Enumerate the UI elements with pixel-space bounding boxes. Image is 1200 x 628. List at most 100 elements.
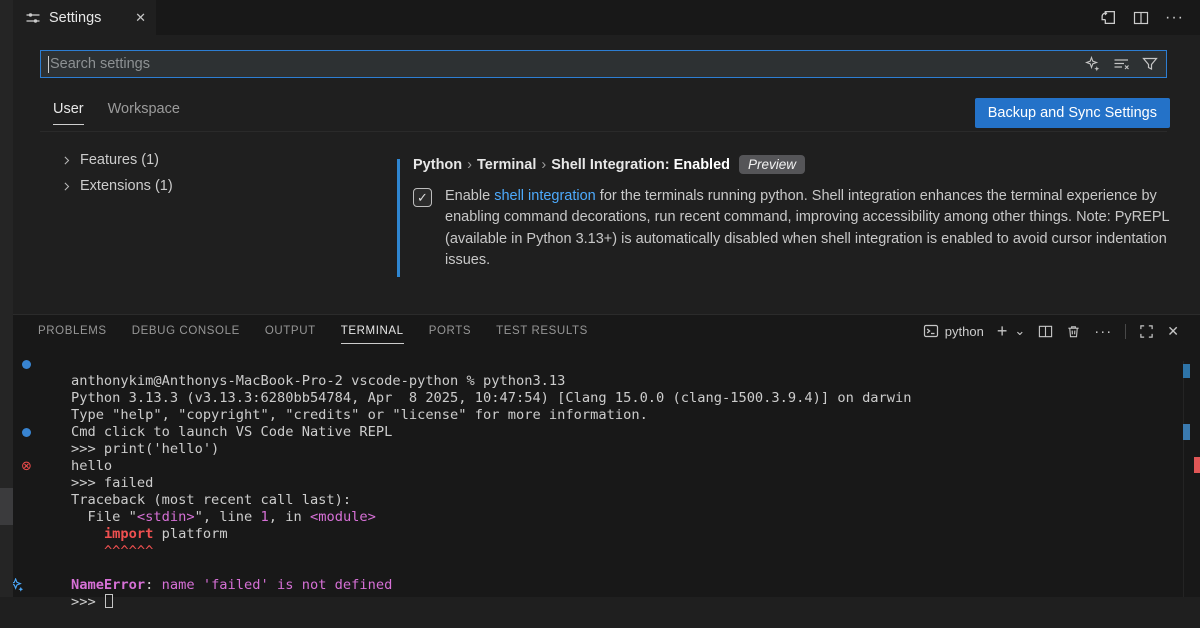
checkmark-icon: ✓ — [417, 190, 428, 206]
terminal-instance-chip[interactable]: python — [923, 323, 984, 339]
kill-terminal-trash-icon[interactable] — [1066, 324, 1081, 339]
filter-funnel-icon[interactable] — [1142, 56, 1158, 72]
panel-more-actions-icon[interactable]: ··· — [1094, 323, 1112, 340]
scope-tab-label: User — [53, 101, 84, 117]
panel-tab-label: DEBUG CONSOLE — [132, 325, 240, 337]
open-settings-json-icon[interactable] — [1100, 9, 1117, 26]
scope-tab-workspace[interactable]: Workspace — [108, 101, 180, 125]
tab-settings-label: Settings — [49, 10, 101, 26]
command-success-decoration-icon[interactable] — [22, 428, 31, 437]
overview-ruler-command-marker — [1183, 364, 1190, 378]
terminal-line-content: >>> — [71, 594, 113, 610]
command-success-decoration-icon[interactable] — [22, 360, 31, 369]
backup-sync-settings-button[interactable]: Backup and Sync Settings — [975, 98, 1170, 128]
panel-tab-debug-console[interactable]: DEBUG CONSOLE — [132, 325, 240, 337]
clear-search-filters-icon[interactable] — [1113, 56, 1130, 72]
split-editor-icon[interactable] — [1133, 10, 1149, 26]
terminal-cursor — [105, 594, 113, 608]
scope-tabs: User Workspace — [53, 101, 180, 125]
setting-description-row: ✓ Enable shell integration for the termi… — [413, 186, 1187, 272]
terminal-line-gutter — [18, 441, 35, 458]
command-error-decoration-icon[interactable]: ⊗ — [21, 460, 32, 473]
preview-badge: Preview — [739, 155, 805, 174]
setting-category: Terminal — [477, 157, 536, 173]
panel-tab-output[interactable]: OUTPUT — [265, 325, 316, 337]
tab-settings[interactable]: Settings ✕ — [13, 0, 156, 35]
left-scrollbar-thumb[interactable] — [0, 488, 13, 525]
overview-ruler-command-marker — [1183, 424, 1190, 440]
setting-description: Enable shell integration for the termina… — [445, 186, 1171, 272]
chevron-right-icon — [60, 154, 73, 167]
setting-shell-integration: Python › Terminal › Shell Integration: E… — [397, 155, 1187, 272]
terminal-ai-sparkle-icon[interactable] — [10, 544, 43, 627]
terminal-line-gutter — [18, 577, 35, 594]
terminal-profile-chevron-icon[interactable]: ⌄ — [1014, 323, 1025, 339]
terminal-line: ^^^^^^ — [0, 526, 1200, 543]
toc-item-extensions[interactable]: Extensions (1) — [60, 173, 173, 199]
new-terminal-icon[interactable]: + — [997, 321, 1008, 342]
panel-header: PROBLEMS DEBUG CONSOLE OUTPUT TERMINAL PORTS… — [0, 315, 1200, 347]
setting-checkbox[interactable]: ✓ — [413, 188, 432, 207]
scrollbar-track — [1183, 361, 1184, 597]
terminal-line: Traceback (most recent call last): — [0, 475, 1200, 492]
terminal-line-gutter — [18, 526, 35, 543]
panel-tab-terminal[interactable]: TERMINAL — [341, 325, 404, 337]
terminal-line: Cmd click to launch VS Code Native REPL — [0, 407, 1200, 424]
breadcrumb-separator: › — [462, 157, 477, 173]
terminal-text-segment: >>> — [71, 594, 104, 610]
terminal-line: File "<stdin>", line 1, in <module> — [0, 492, 1200, 509]
setting-title: Python › Terminal › Shell Integration: E… — [413, 155, 1187, 174]
setting-value-word: Enabled — [674, 157, 730, 173]
panel-tab-label: PORTS — [429, 325, 471, 337]
ai-search-sparkle-icon[interactable] — [1085, 56, 1101, 72]
modified-setting-indicator — [397, 159, 400, 277]
settings-toc: Features (1) Extensions (1) — [60, 147, 173, 199]
panel-tab-label: TERMINAL — [341, 325, 404, 337]
description-text: Enable — [445, 188, 494, 204]
scope-tab-label: Workspace — [108, 101, 180, 117]
settings-search-input[interactable]: Search settings — [40, 50, 1167, 78]
terminal-line: ⊗>>> failed — [0, 458, 1200, 475]
terminal-line — [0, 543, 1200, 560]
terminal-line: Type "help", "copyright", "credits" or "… — [0, 390, 1200, 407]
terminal-line-gutter — [18, 424, 35, 441]
toc-item-label: Features (1) — [80, 152, 159, 168]
terminal-icon — [923, 323, 939, 339]
settings-editor: Search settings UserWorkspac — [13, 35, 1200, 314]
panel-tab-label: OUTPUT — [265, 325, 316, 337]
terminal-line: hello — [0, 441, 1200, 458]
shell-integration-link[interactable]: shell integration — [494, 188, 596, 204]
split-terminal-icon[interactable] — [1038, 324, 1053, 339]
panel-tab-label: PROBLEMS — [38, 325, 107, 337]
editor-tab-bar: Settings ✕ ··· — [13, 0, 1200, 35]
panel-tab-label: TEST RESULTS — [496, 325, 588, 337]
terminal-line-gutter — [18, 407, 35, 424]
bottom-panel: PROBLEMS DEBUG CONSOLE OUTPUT TERMINAL PORTS… — [0, 314, 1200, 597]
overview-ruler-error-marker — [1194, 457, 1200, 473]
panel-tab-ports[interactable]: PORTS — [429, 325, 471, 337]
search-actions — [1085, 56, 1166, 72]
settings-sliders-icon — [25, 10, 41, 26]
close-panel-icon[interactable]: ✕ — [1167, 323, 1179, 340]
divider — [1125, 324, 1126, 339]
toc-item-label: Extensions (1) — [80, 178, 173, 194]
panel-tab-problems[interactable]: PROBLEMS — [38, 325, 107, 337]
setting-name: Shell Integration: — [551, 157, 669, 173]
editor-actions: ··· — [1100, 0, 1184, 35]
chevron-right-icon — [60, 180, 73, 193]
panel-actions: python + ⌄ ··· — [923, 321, 1200, 342]
panel-tab-test-results[interactable]: TEST RESULTS — [496, 325, 588, 337]
setting-category: Python — [413, 157, 462, 173]
toc-item-features[interactable]: Features (1) — [60, 147, 173, 173]
more-actions-icon[interactable]: ··· — [1165, 9, 1184, 27]
maximize-panel-icon[interactable] — [1139, 324, 1154, 339]
terminal-output[interactable]: anthonykim@Anthonys-MacBook-Pro-2 vscode… — [0, 356, 1200, 594]
terminal-line: Python 3.13.3 (v3.13.3:6280bb54784, Apr … — [0, 373, 1200, 390]
terminal-line-gutter — [18, 509, 35, 526]
close-tab-icon[interactable]: ✕ — [135, 10, 146, 26]
terminal-line: >>> — [0, 577, 1200, 594]
terminal-line: import platform — [0, 509, 1200, 526]
terminal-line: anthonykim@Anthonys-MacBook-Pro-2 vscode… — [0, 356, 1200, 373]
terminal-line-gutter — [18, 356, 35, 373]
scope-tab-user[interactable]: User — [53, 101, 84, 125]
